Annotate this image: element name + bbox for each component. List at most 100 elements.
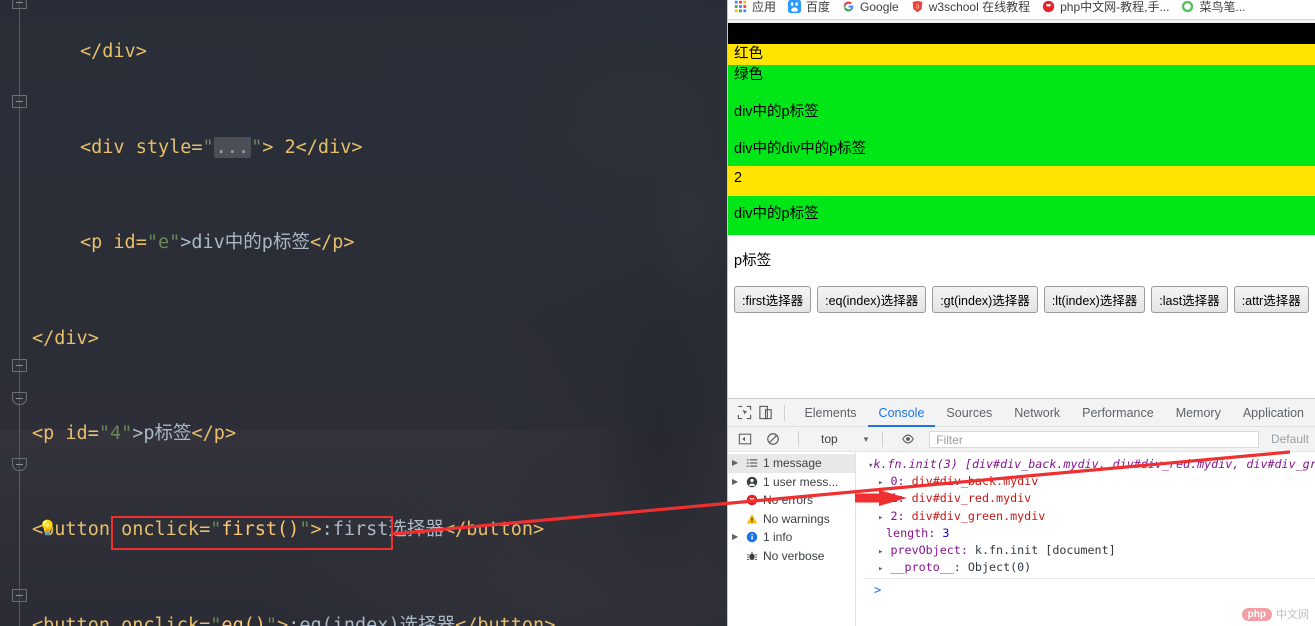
fold-marker-icon[interactable] <box>12 0 27 9</box>
editor-gutter[interactable]: 💡 <box>0 0 57 626</box>
log-levels-selector[interactable]: Default <box>1265 432 1315 446</box>
tab-performance[interactable]: Performance <box>1071 399 1165 427</box>
editor-code-text[interactable]: </div> <div style="... "> 2</div> <p id="… <box>0 0 727 626</box>
console-row-key: length: <box>886 525 936 540</box>
console-object-row[interactable]: ▸ __proto__: Object(0) <box>864 559 1315 576</box>
fold-marker-icon[interactable] <box>12 458 27 471</box>
tab-console[interactable]: Console <box>868 399 936 427</box>
sidebar-item-messages[interactable]: ▶ 1 message <box>728 454 855 473</box>
chevron-right-icon[interactable]: ▶ <box>732 454 741 472</box>
bookmark-cainiao[interactable]: 菜鸟笔... <box>1181 0 1245 15</box>
bookmark-label: w3school 在线教程 <box>928 0 1031 14</box>
page-text: div中的p标签 <box>734 104 819 120</box>
console-row-key: 1: <box>890 491 905 506</box>
devtools-panel[interactable]: Elements Console Sources Network Perform… <box>728 398 1315 626</box>
baidu-icon <box>788 0 802 13</box>
chevron-right-icon[interactable]: ▶ <box>732 473 741 491</box>
sidebar-item-errors[interactable]: ▶ No errors <box>728 491 855 510</box>
code-line-button-eq: <button onclick="eq()">:eq(index)选择器</bu… <box>32 610 727 626</box>
code-token: e <box>157 232 170 254</box>
context-selector[interactable]: top ▾ <box>813 432 868 446</box>
console-log-entry[interactable]: ▾k.fn.init(3) [div#div_back.mydiv, div#d… <box>856 452 1315 600</box>
page-button-eq[interactable]: :eq(index)选择器 <box>817 286 927 313</box>
bookmark-php[interactable]: php中文网-教程,手... <box>1042 0 1169 15</box>
tab-sources[interactable]: Sources <box>935 399 1003 427</box>
code-token: " <box>210 518 222 540</box>
bookmark-label: 百度 <box>806 0 831 14</box>
console-prompt[interactable]: > <box>864 579 1315 599</box>
devtools-tabbar[interactable]: Elements Console Sources Network Perform… <box>728 399 1315 427</box>
tab-memory[interactable]: Memory <box>1165 399 1232 427</box>
bookmark-google[interactable]: Google <box>842 0 899 14</box>
sidebar-item-warnings[interactable]: ▶ No warnings <box>728 510 855 529</box>
code-line: </div> <box>32 36 727 69</box>
fold-marker-icon[interactable] <box>12 589 27 602</box>
chevron-right-icon[interactable]: ▸ <box>878 478 883 488</box>
page-block-red-div: 红色 <box>728 44 1315 65</box>
page-text-p-tag: p标签 <box>734 253 772 269</box>
fold-marker-icon[interactable] <box>12 359 27 372</box>
code-folded-attr[interactable]: ... <box>213 136 252 158</box>
page-button-row[interactable]: :first选择器 :eq(index)选择器 :gt(index)选择器 :l… <box>728 272 1315 313</box>
code-token: <p id= <box>32 423 99 445</box>
code-token: >div中的p标签 <box>180 232 310 254</box>
page-block-green-div-2: div中的p标签 <box>728 196 1315 235</box>
console-output-pane[interactable]: ▾k.fn.init(3) [div#div_back.mydiv, div#d… <box>856 452 1315 626</box>
code-editor-pane[interactable]: 💡 </div> <div style="... "> 2</div> <p id… <box>0 0 727 626</box>
device-toolbar-icon[interactable] <box>755 402 776 424</box>
chevron-right-icon[interactable]: ▶ <box>732 528 741 546</box>
bookmark-apps[interactable]: 应用 <box>734 0 776 15</box>
google-icon <box>843 1 854 12</box>
spacer: ▶ <box>732 491 741 509</box>
console-object-row[interactable]: ▸ prevObject: k.fn.init [document] <box>864 542 1315 559</box>
fold-marker-icon[interactable] <box>12 95 27 108</box>
bookmark-w3school[interactable]: 3 w3school 在线教程 <box>911 0 1030 15</box>
code-line: </div> <box>32 323 727 356</box>
chevron-right-icon[interactable]: ▸ <box>878 564 883 574</box>
php-icon <box>1042 0 1055 13</box>
bookmarks-bar[interactable]: 应用 百度 Google 3 w3school 在线教程 php中文网-教程,手… <box>728 0 1315 15</box>
lightbulb-icon[interactable]: 💡 <box>38 520 57 538</box>
console-object-row-highlighted[interactable]: ▸ 1: div#div_red.mydiv <box>864 490 1315 507</box>
page-button-first[interactable]: :first选择器 <box>734 286 812 313</box>
console-sidebar[interactable]: ▶ 1 message ▶ 1 user mess... No errors N… <box>728 452 856 626</box>
live-expression-icon[interactable] <box>897 428 919 450</box>
browser-pane[interactable]: 应用 百度 Google 3 w3school 在线教程 php中文网-教程,手… <box>727 0 1315 626</box>
page-button-attr[interactable]: :attr选择器 <box>1233 286 1309 313</box>
console-sidebar-icon[interactable] <box>734 428 756 450</box>
page-button-gt[interactable]: :gt(index)选择器 <box>932 286 1038 313</box>
page-block-black-bar <box>728 23 1315 44</box>
console-toolbar[interactable]: top ▾ Filter Default <box>728 427 1315 452</box>
console-row-key: prevObject: <box>890 542 968 557</box>
page-button-lt[interactable]: :lt(index)选择器 <box>1043 286 1146 313</box>
page-text: 红色 <box>734 46 763 62</box>
tab-network[interactable]: Network <box>1003 399 1071 427</box>
code-token: :first选择器 <box>321 518 444 540</box>
clear-console-icon[interactable] <box>762 428 784 450</box>
inspect-element-icon[interactable] <box>734 402 755 424</box>
console-object-root[interactable]: ▾k.fn.init(3) [div#div_back.mydiv, div#d… <box>864 456 1315 473</box>
console-object-row[interactable]: ▸ 2: div#div_green.mydiv <box>864 508 1315 525</box>
page-button-last[interactable]: :last选择器 <box>1151 286 1228 313</box>
code-token: <button onclick= <box>32 614 211 626</box>
console-object-row[interactable]: ▸ 0: div#div_back.mydiv <box>864 473 1315 490</box>
bug-icon <box>745 549 759 563</box>
chevron-right-icon[interactable]: ▸ <box>878 547 883 557</box>
tab-application[interactable]: Application <box>1232 399 1315 427</box>
rendered-page[interactable]: 红色 绿色 div中的p标签 div中的div中的p标签 2 div中的p标签 … <box>728 23 1315 391</box>
bookmark-baidu[interactable]: 百度 <box>788 0 830 15</box>
tab-elements[interactable]: Elements <box>793 399 867 427</box>
sidebar-item-info[interactable]: ▶ 1 info <box>728 528 855 547</box>
sidebar-item-verbose[interactable]: ▶ No verbose <box>728 547 855 566</box>
code-token: </p> <box>191 423 237 445</box>
fold-marker-icon[interactable] <box>12 392 27 405</box>
chevron-right-icon[interactable]: ▸ <box>878 513 883 523</box>
filter-input[interactable]: Filter <box>929 430 1259 448</box>
error-icon <box>745 493 759 507</box>
sidebar-item-user-messages[interactable]: ▶ 1 user mess... <box>728 473 855 492</box>
code-token: > 2 <box>262 136 296 158</box>
console-row-value: div#div_red.mydiv <box>911 491 1032 506</box>
chevron-right-icon[interactable]: ▸ <box>878 495 883 505</box>
no-entry-icon <box>767 433 779 445</box>
page-text: 绿色 <box>734 67 763 83</box>
